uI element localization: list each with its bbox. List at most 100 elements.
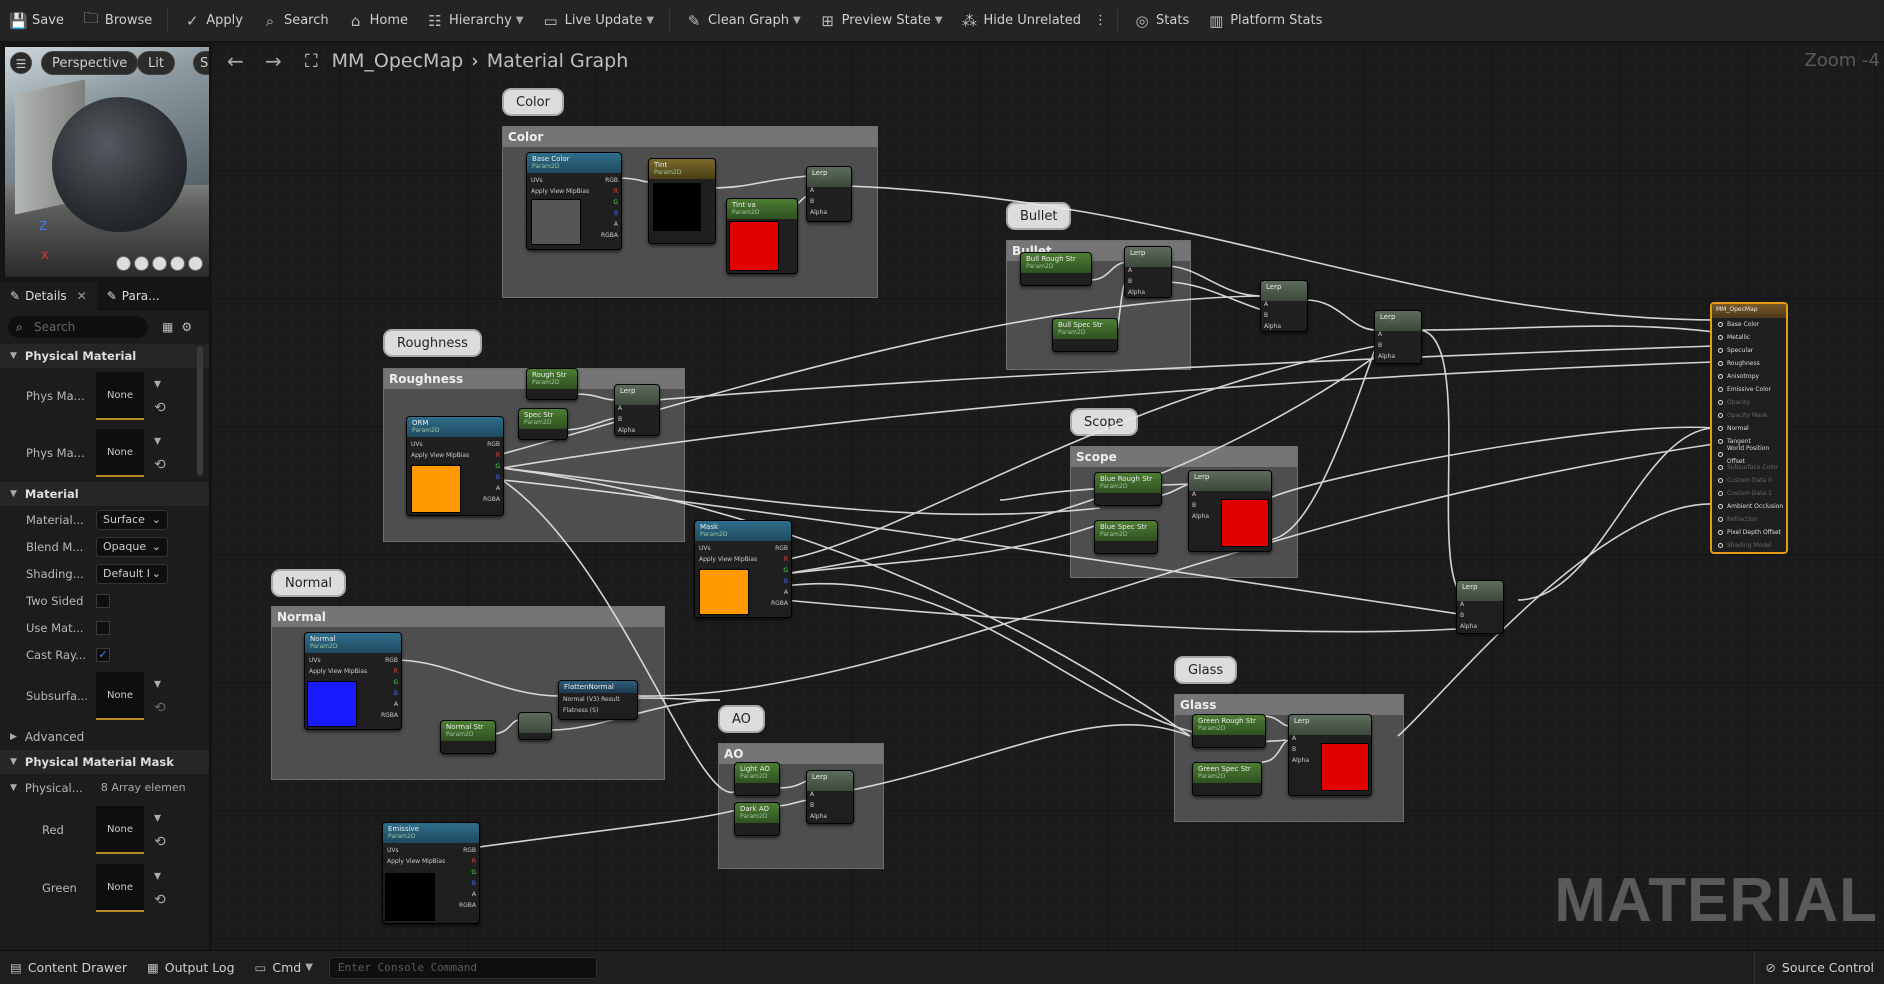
tab-details[interactable]: ✎ Details ✕ — [0, 281, 97, 310]
pin-rgb[interactable]: RGB — [601, 175, 618, 186]
details-scrollbar[interactable] — [197, 346, 203, 476]
pin-b[interactable]: B — [810, 800, 827, 811]
output-log-button[interactable]: ▦ Output Log — [137, 951, 245, 984]
pin-b[interactable]: B — [381, 688, 398, 699]
pin-a[interactable]: A — [1192, 489, 1209, 500]
pin-a[interactable]: A — [381, 699, 398, 710]
pin-alpha[interactable]: Alpha — [618, 425, 635, 435]
node-glass-rough-str[interactable]: Green Rough Str Param2D — [1192, 714, 1266, 748]
output-pin[interactable]: Metallic — [1712, 331, 1786, 344]
details-search-input[interactable]: ⌕ Search — [8, 316, 148, 338]
pin-b[interactable]: B — [618, 414, 635, 425]
pin-flatness[interactable]: Flatness (S) — [563, 705, 620, 716]
pin-uvs[interactable]: UVs — [411, 439, 469, 450]
reset-icon[interactable]: ⟲ — [154, 892, 166, 908]
pin-alpha[interactable]: Alpha — [1192, 511, 1209, 522]
pin-b[interactable]: B — [1292, 744, 1309, 755]
pin-b[interactable]: B — [771, 576, 788, 587]
pin-alpha[interactable]: Alpha — [1264, 321, 1281, 331]
pin-a[interactable]: A — [1378, 329, 1395, 340]
two-sided-checkbox[interactable] — [96, 593, 110, 608]
pin-rgb[interactable]: RGB — [381, 655, 398, 666]
dropdown-caret-icon[interactable]: ▾ — [154, 433, 166, 449]
node-normal-texture[interactable]: Normal Param2D UVs Apply View MipBias RGB R… — [304, 632, 402, 730]
comment-bubble-ao[interactable]: AO — [718, 705, 765, 733]
pin-alpha[interactable]: Alpha — [1128, 287, 1145, 297]
node-lerp[interactable]: Lerp A B Alpha — [1456, 580, 1504, 634]
asset-thumbnail[interactable]: None — [96, 429, 144, 477]
node-normal-str[interactable]: Normal Str Param2D — [440, 720, 496, 754]
more-options-button[interactable]: ⋮ — [1090, 5, 1111, 37]
preview-viewport[interactable]: ☰ Perspective Lit Sh Z X — [4, 46, 210, 278]
pin-alpha[interactable]: Alpha — [810, 811, 827, 822]
material-output-node[interactable]: MM_OpecMap Base Color Metallic Specular Rou… — [1710, 302, 1788, 554]
node-tint-vector[interactable]: Tint Param2D — [648, 158, 716, 244]
pin-a[interactable]: A — [810, 185, 827, 196]
pin-apply-mip[interactable]: Apply View MipBias — [387, 856, 445, 867]
reset-icon[interactable]: ⟲ — [154, 700, 166, 716]
pin-rgba[interactable]: RGBA — [601, 230, 618, 241]
pin-a[interactable]: A — [1292, 733, 1309, 744]
pin-g[interactable]: G — [601, 197, 618, 208]
pin-uvs[interactable]: UVs — [699, 543, 757, 554]
node-flatten-normal[interactable]: FlattenNormal Normal (V3) Result Flatness… — [558, 680, 638, 720]
output-pin[interactable]: Opacity Mask — [1712, 409, 1786, 422]
home-button[interactable]: ⌂ Home — [338, 5, 417, 37]
lit-button[interactable]: Lit — [137, 51, 175, 75]
node-bullet-spec-str[interactable]: Bull Spec Str Param2D — [1052, 318, 1118, 352]
sphere-icon[interactable] — [134, 256, 149, 271]
comment-bubble-normal[interactable]: Normal — [271, 569, 347, 597]
pin-rgba[interactable]: RGBA — [483, 494, 500, 505]
asset-thumbnail[interactable]: None — [96, 864, 144, 912]
table-view-icon[interactable]: ▦ — [162, 320, 173, 334]
pin-rgba[interactable]: RGBA — [381, 710, 398, 721]
apply-button[interactable]: ✓ Apply — [174, 5, 252, 37]
pin-a[interactable]: A — [771, 587, 788, 598]
pin-rgb[interactable]: RGB — [771, 543, 788, 554]
content-drawer-button[interactable]: ▤ Content Drawer — [0, 951, 137, 984]
pin-a[interactable]: A — [810, 789, 827, 800]
reset-icon[interactable]: ⟲ — [154, 834, 166, 850]
output-pin[interactable]: World Position Offset — [1712, 445, 1786, 465]
output-pin[interactable]: Anisotropy — [1712, 370, 1786, 383]
output-pin[interactable]: Normal — [1712, 422, 1786, 435]
node-lerp[interactable]: Lerp A B Alpha — [1124, 246, 1172, 298]
asset-thumbnail[interactable]: None — [96, 372, 144, 420]
output-pin[interactable]: Opacity — [1712, 396, 1786, 409]
output-pin[interactable]: Roughness — [1712, 357, 1786, 370]
node-lerp[interactable]: Lerp A B Alpha — [1288, 714, 1372, 796]
gear-icon[interactable]: ⚙ — [181, 320, 192, 334]
pin-b[interactable]: B — [601, 208, 618, 219]
shading-model-dropdown[interactable]: Default I ⌄ — [96, 563, 168, 584]
pin-b[interactable]: B — [1128, 276, 1145, 287]
pin-a[interactable]: A — [483, 483, 500, 494]
node-dark-ao[interactable]: Dark AO Param2D — [734, 802, 780, 836]
pin-g[interactable]: G — [483, 461, 500, 472]
pin-apply-mip[interactable]: Apply View MipBias — [531, 186, 589, 197]
pin-r[interactable]: R — [601, 186, 618, 197]
stats-button[interactable]: ◎ Stats — [1124, 5, 1198, 37]
category-physical-material[interactable]: ▼ Physical Material — [0, 344, 209, 368]
pin-r[interactable]: R — [771, 554, 788, 565]
output-pin[interactable]: Ambient Occlusion — [1712, 500, 1786, 513]
pin-b[interactable]: B — [1378, 340, 1395, 351]
comment-bubble-roughness[interactable]: Roughness — [383, 329, 482, 357]
node-mask-texture[interactable]: Mask Param2D UVs Apply View MipBias RGB R G B… — [694, 520, 792, 618]
output-pin[interactable]: Refraction — [1712, 513, 1786, 526]
pin-rgb[interactable]: RGB — [483, 439, 500, 450]
perspective-button[interactable]: Perspective — [41, 51, 139, 75]
pin-r[interactable]: R — [459, 856, 476, 867]
use-mat-checkbox[interactable] — [96, 620, 110, 635]
node-base-color-texture[interactable]: Base Color Param2D UVs Apply View MipBias … — [526, 152, 622, 250]
pin-a[interactable]: A — [1264, 299, 1281, 310]
dropdown-caret-icon[interactable]: ▾ — [154, 376, 166, 392]
output-pin[interactable]: Custom Data 0 — [1712, 474, 1786, 487]
cylinder-icon[interactable] — [116, 256, 131, 271]
hamburger-icon[interactable]: ☰ — [10, 52, 32, 74]
output-pin[interactable]: Custom Data 1 — [1712, 487, 1786, 500]
asset-thumbnail[interactable]: None — [96, 672, 144, 720]
node-light-ao[interactable]: Light AO Param2D — [734, 762, 780, 796]
node-lerp[interactable]: Lerp A B Alpha — [614, 384, 660, 436]
pin-g[interactable]: G — [771, 565, 788, 576]
asset-thumbnail[interactable]: None — [96, 806, 144, 854]
